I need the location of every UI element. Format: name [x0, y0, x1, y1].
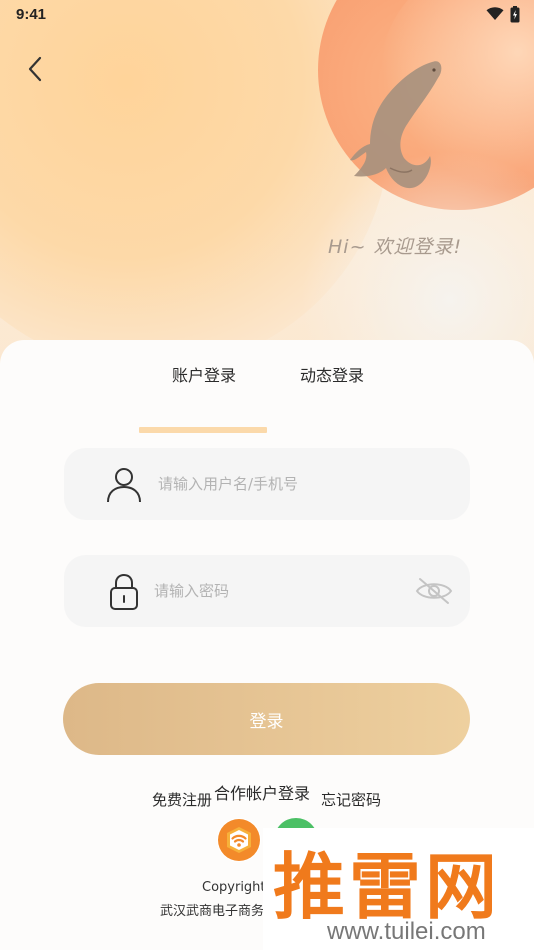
tab-account-login[interactable]: 账户登录: [172, 362, 236, 386]
login-tabs: 账户登录 动态登录: [0, 362, 534, 433]
back-button[interactable]: [18, 52, 52, 86]
koi-fish-logo: [350, 61, 442, 189]
wifi-signal-icon: [486, 7, 504, 20]
chevron-left-icon: [28, 56, 42, 82]
lock-icon: [110, 573, 138, 610]
partner-login-link[interactable]: 合作帐户登录: [214, 780, 310, 804]
login-button[interactable]: 登录: [63, 683, 470, 755]
welcome-greeting: Hi~ 欢迎登录!: [328, 236, 463, 258]
wifi-login-button[interactable]: [217, 818, 261, 862]
copyright-line-2: 武汉武商电子商务: [160, 904, 265, 919]
status-bar: 9:41: [0, 0, 534, 28]
tab-dynamic-login[interactable]: 动态登录: [300, 362, 364, 386]
username-input[interactable]: [158, 448, 408, 520]
status-icons: [486, 5, 520, 23]
password-input[interactable]: [154, 555, 404, 627]
username-field: [64, 448, 470, 520]
watermark-url: www.tuilei.com: [327, 918, 486, 945]
user-icon: [107, 468, 141, 503]
eye-off-icon[interactable]: [414, 575, 454, 607]
secondary-links: 免费注册 合作帐户登录 忘记密码: [0, 780, 534, 810]
active-tab-indicator: [139, 427, 267, 433]
forgot-password-link[interactable]: 忘记密码: [321, 789, 381, 810]
site-watermark: 推雷网 www.tuilei.com: [263, 828, 534, 950]
register-link[interactable]: 免费注册: [152, 789, 212, 810]
battery-icon: [510, 5, 520, 22]
password-field: [64, 555, 470, 627]
wifi-icon: [218, 819, 260, 861]
status-time: 9:41: [16, 5, 47, 23]
